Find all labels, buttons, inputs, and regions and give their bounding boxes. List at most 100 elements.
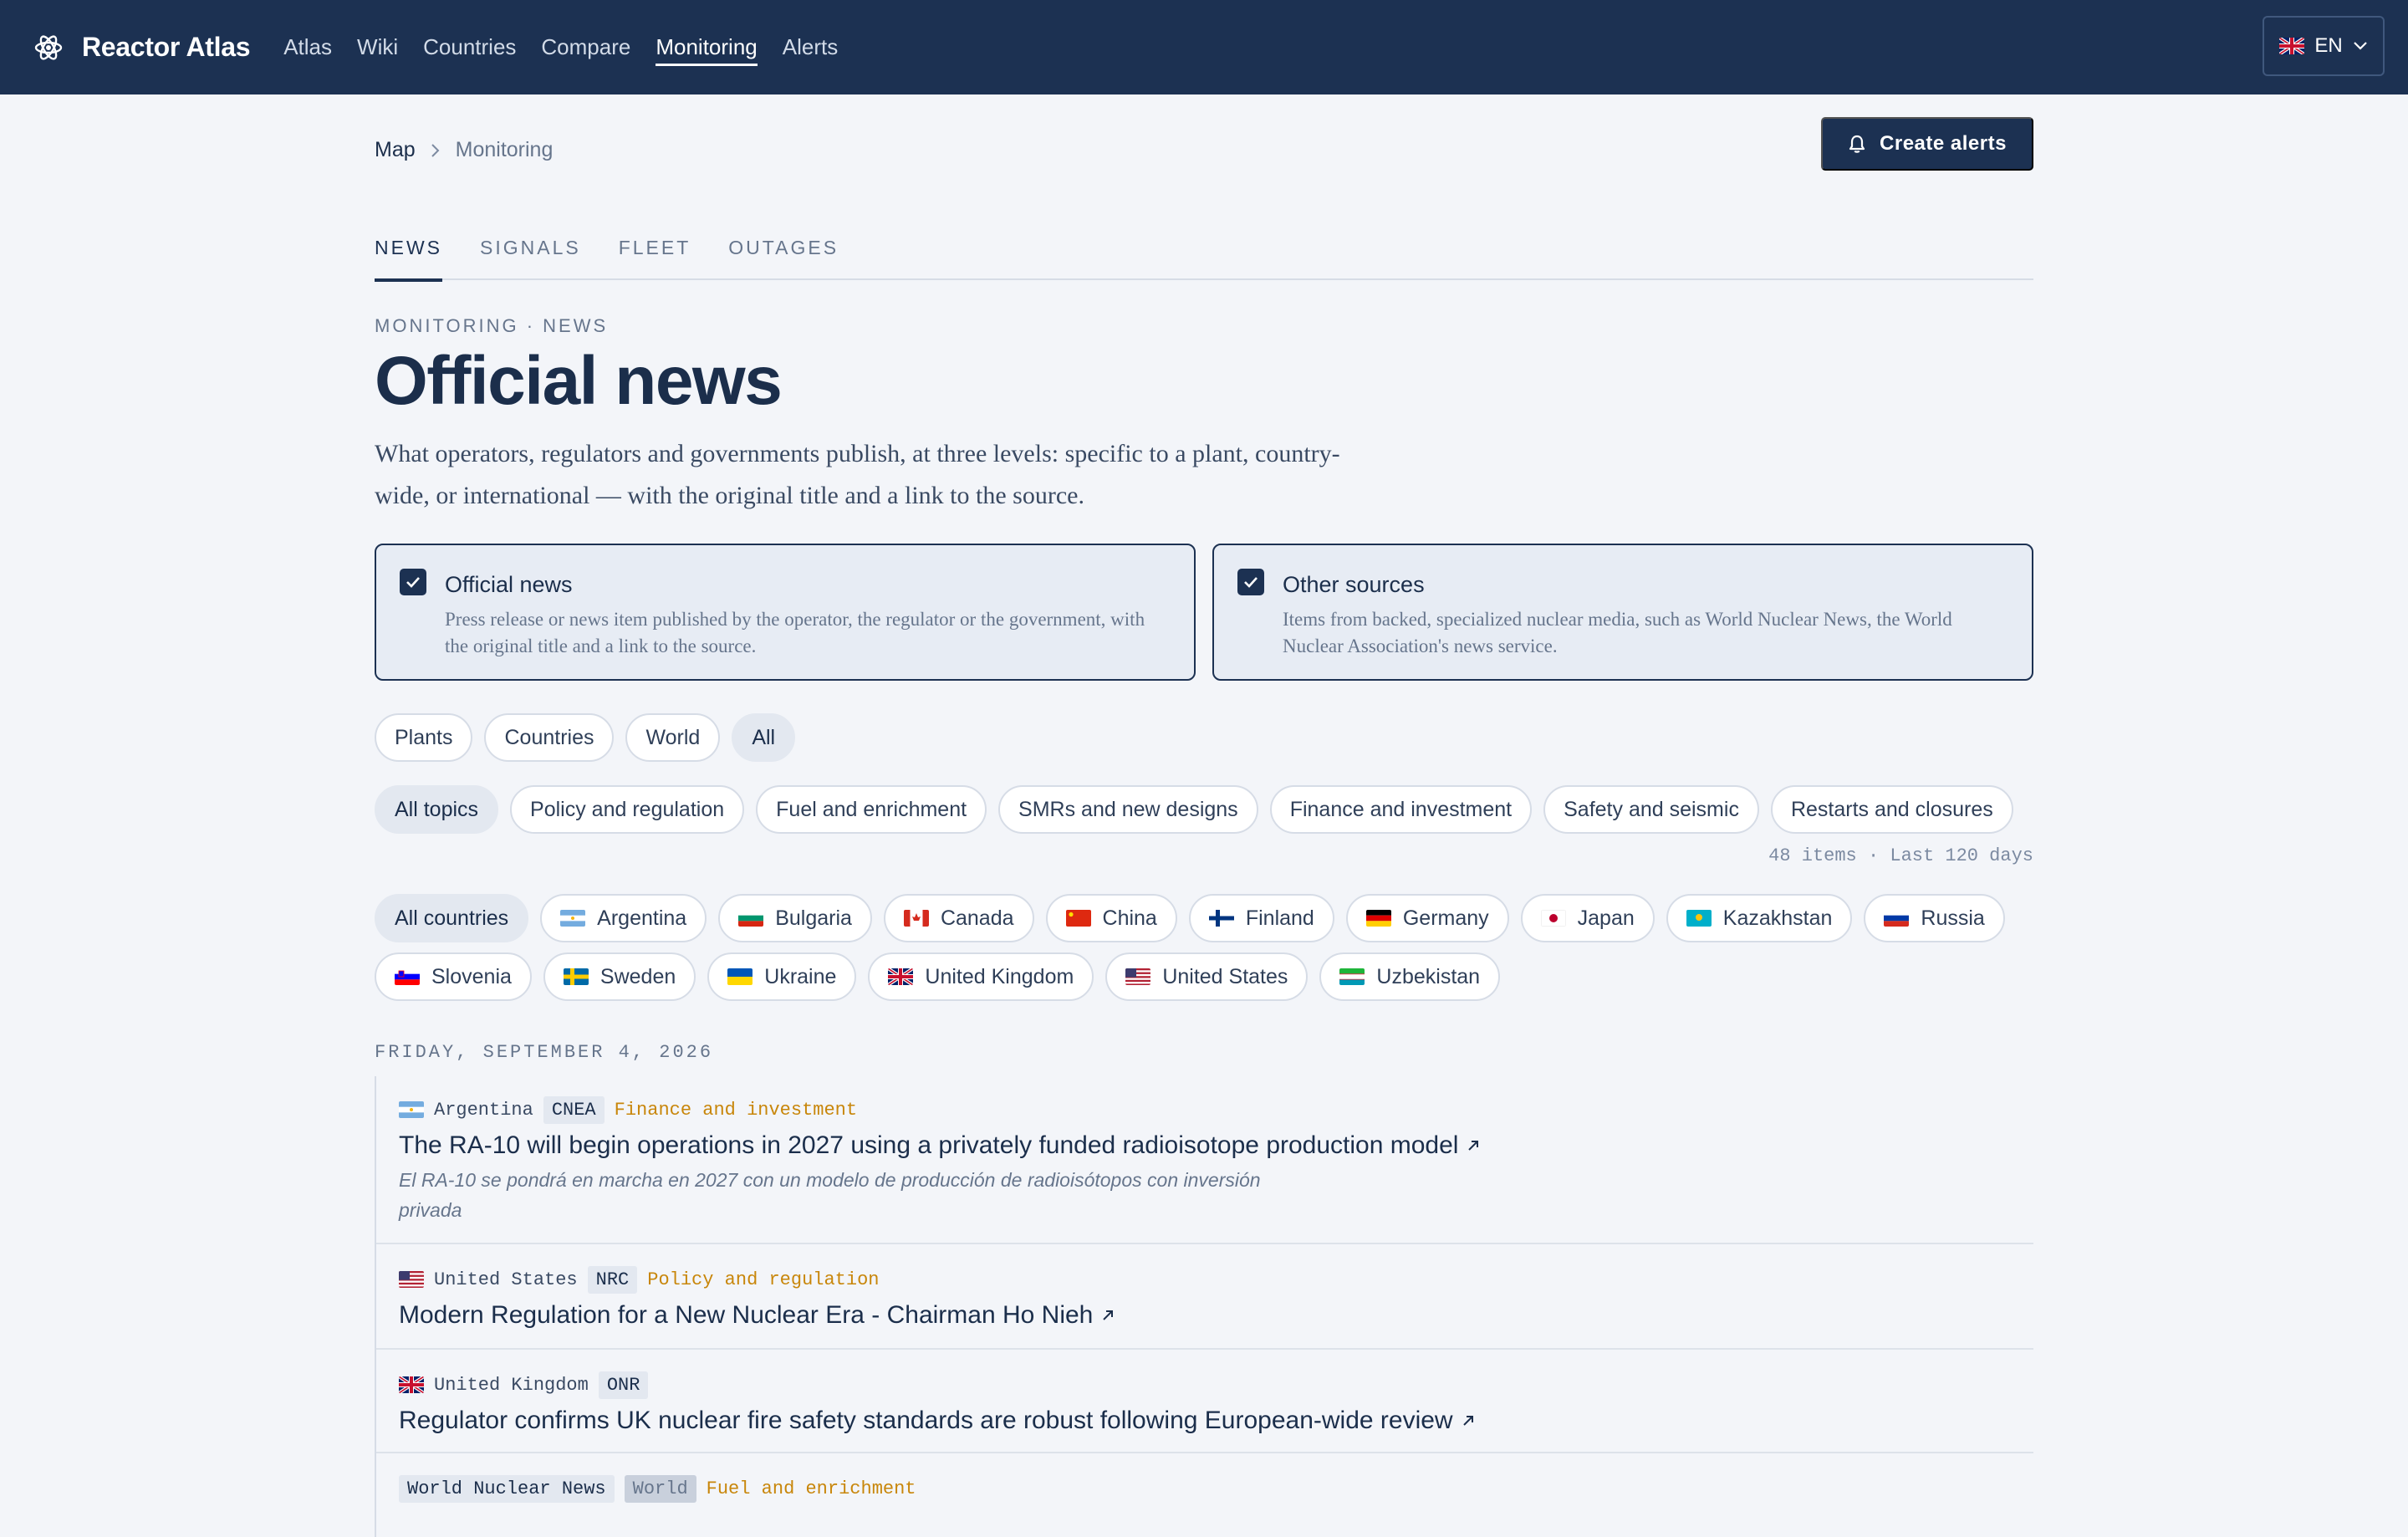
country-chip-uzbekistan[interactable]: Uzbekistan <box>1319 952 1501 1001</box>
source-filters: Official news Press release or news item… <box>375 544 2033 681</box>
country-chip-all[interactable]: All countries <box>375 894 529 942</box>
country-chip-slovenia[interactable]: Slovenia <box>375 952 532 1001</box>
news-country: Argentina <box>434 1099 533 1121</box>
page-eyebrow: MONITORING · NEWS <box>375 315 609 336</box>
country-chip-china[interactable]: China <box>1045 894 1177 942</box>
chip-label: Uzbekistan <box>1376 964 1481 988</box>
chip-label: Ukraine <box>764 964 837 988</box>
kazakhstan-flag-icon <box>1686 910 1712 927</box>
external-link-icon <box>1103 1310 1114 1320</box>
ukraine-flag-icon <box>727 968 753 985</box>
level-chip-plants[interactable]: Plants <box>375 713 473 762</box>
level-chip-world[interactable]: World <box>625 713 721 762</box>
news-title-link[interactable]: Modern Regulation for a New Nuclear Era … <box>399 1301 2033 1330</box>
topic-filter: All topics Policy and regulation Fuel an… <box>375 785 2013 834</box>
source-title: Official news <box>445 572 573 597</box>
news-item: World Nuclear News World Fuel and enrich… <box>376 1453 2033 1537</box>
create-alerts-button[interactable]: Create alerts <box>1821 117 2033 171</box>
chevron-right-icon <box>431 143 440 157</box>
language-selector[interactable]: EN <box>2263 16 2385 76</box>
level-chip-all[interactable]: All <box>732 713 796 762</box>
country-chip-russia[interactable]: Russia <box>1864 894 2005 942</box>
chip-label: All countries <box>395 906 509 930</box>
external-link-icon <box>1462 1416 1473 1426</box>
germany-flag-icon <box>1365 910 1391 927</box>
chip-label: Japan <box>1577 906 1635 930</box>
topic-chip-finance[interactable]: Finance and investment <box>1269 785 1533 834</box>
chip-label: United States <box>1162 964 1288 988</box>
bell-icon <box>1849 135 1865 153</box>
country-chip-finland[interactable]: Finland <box>1188 894 1334 942</box>
chevron-down-icon <box>2353 42 2367 50</box>
source-official-news[interactable]: Official news Press release or news item… <box>375 544 1196 681</box>
chip-label: Kazakhstan <box>1722 906 1833 930</box>
chip-label: Argentina <box>597 906 687 930</box>
country-chip-argentina[interactable]: Argentina <box>540 894 707 942</box>
uzbekistan-flag-icon <box>1339 968 1365 985</box>
page-title: Official news <box>375 343 783 419</box>
chip-label: Finland <box>1245 906 1314 930</box>
nav-atlas[interactable]: Atlas <box>283 0 332 94</box>
topic-chip-policy[interactable]: Policy and regulation <box>510 785 745 834</box>
country-chip-japan[interactable]: Japan <box>1520 894 1655 942</box>
news-meta: United Kingdom ONR <box>399 1370 2033 1400</box>
check-icon <box>1244 577 1258 588</box>
topic-chip-fuel[interactable]: Fuel and enrichment <box>756 785 987 834</box>
finland-flag-icon <box>1208 910 1234 927</box>
atom-icon <box>33 33 64 63</box>
country-chip-united-states[interactable]: United States <box>1105 952 1309 1001</box>
country-chip-ukraine[interactable]: Ukraine <box>707 952 857 1001</box>
checkbox-official-news[interactable] <box>400 569 426 595</box>
argentina-flag-icon <box>560 910 586 927</box>
chip-label: Bulgaria <box>775 906 852 930</box>
breadcrumb: Map Monitoring <box>375 138 553 162</box>
tab-news[interactable]: NEWS <box>375 222 442 282</box>
news-original-title: El RA-10 se pondrá en marcha en 2027 con… <box>399 1169 1261 1221</box>
china-flag-icon <box>1065 910 1091 927</box>
source-other-sources[interactable]: Other sources Items from backed, special… <box>1212 544 2033 681</box>
country-chip-united-kingdom[interactable]: United Kingdom <box>868 952 1094 1001</box>
nav-wiki[interactable]: Wiki <box>357 0 398 94</box>
main-nav: Atlas Wiki Countries Compare Monitoring … <box>283 0 838 94</box>
tab-outages[interactable]: OUTAGES <box>728 222 839 280</box>
topic-chip-smrs[interactable]: SMRs and new designs <box>998 785 1258 834</box>
news-title-link[interactable]: Regulator confirms UK nuclear fire safet… <box>399 1407 2033 1435</box>
tab-signals[interactable]: SIGNALS <box>480 222 581 280</box>
news-meta: Argentina CNEA Finance and investment <box>399 1095 2033 1125</box>
tab-fleet[interactable]: FLEET <box>619 222 691 280</box>
argentina-flag-icon <box>399 1101 424 1118</box>
topic-chip-all[interactable]: All topics <box>375 785 499 834</box>
nav-compare[interactable]: Compare <box>541 0 630 94</box>
topic-chip-restarts[interactable]: Restarts and closures <box>1770 785 2013 834</box>
chip-label: Slovenia <box>431 964 512 988</box>
country-chip-bulgaria[interactable]: Bulgaria <box>718 894 872 942</box>
nav-monitoring[interactable]: Monitoring <box>656 0 758 94</box>
news-topic: Fuel and enrichment <box>706 1478 916 1499</box>
country-chip-germany[interactable]: Germany <box>1345 894 1509 942</box>
country-chip-canada[interactable]: Canada <box>883 894 1034 942</box>
news-org-badge: CNEA <box>543 1095 605 1124</box>
chip-label: Sweden <box>599 964 676 988</box>
uk-flag-icon <box>888 968 914 985</box>
news-meta: World Nuclear News World Fuel and enrich… <box>399 1473 2033 1504</box>
brand[interactable]: Reactor Atlas <box>33 32 251 63</box>
nav-alerts[interactable]: Alerts <box>783 0 838 94</box>
country-filter: All countries Argentina Bulgaria Canada … <box>375 894 2033 1001</box>
breadcrumb-map[interactable]: Map <box>375 138 416 162</box>
country-chip-sweden[interactable]: Sweden <box>543 952 696 1001</box>
slovenia-flag-icon <box>395 968 420 985</box>
nav-countries[interactable]: Countries <box>423 0 516 94</box>
news-topic: Finance and investment <box>614 1099 858 1121</box>
country-chip-kazakhstan[interactable]: Kazakhstan <box>1666 894 1853 942</box>
level-chip-countries[interactable]: Countries <box>484 713 615 762</box>
top-navigation-bar: Reactor Atlas Atlas Wiki Countries Compa… <box>0 0 2408 94</box>
us-flag-icon <box>1125 968 1151 985</box>
date-heading: FRIDAY, SEPTEMBER 4, 2026 <box>375 1042 714 1063</box>
bulgaria-flag-icon <box>738 910 764 927</box>
page-description: What operators, regulators and governmen… <box>375 440 1340 509</box>
checkbox-other-sources[interactable] <box>1237 569 1264 595</box>
us-flag-icon <box>399 1271 424 1288</box>
language-code: EN <box>2314 34 2343 57</box>
topic-chip-safety[interactable]: Safety and seismic <box>1543 785 1759 834</box>
news-title-link[interactable]: The RA-10 will begin operations in 2027 … <box>399 1131 2033 1160</box>
